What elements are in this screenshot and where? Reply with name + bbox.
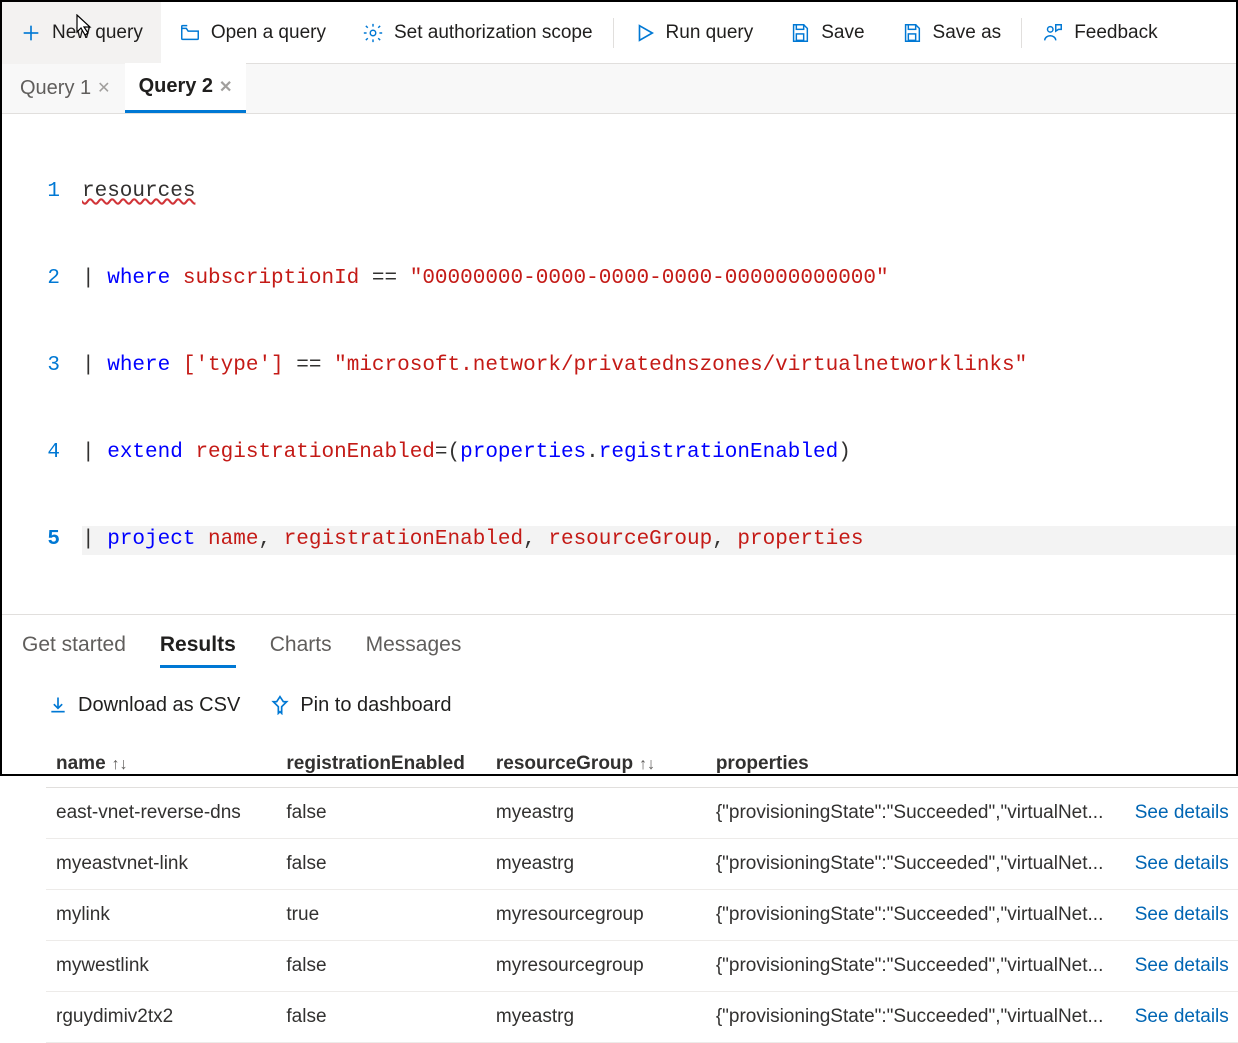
set-scope-label: Set authorization scope [394, 22, 593, 44]
toolbar-divider [613, 18, 614, 48]
tab-label: Query 1 [20, 77, 91, 100]
table-row[interactable]: mylinktruemyresourcegroup{"provisioningS… [46, 889, 1238, 940]
code-line[interactable]: resources [82, 178, 1236, 207]
code-line[interactable]: | where subscriptionId == "00000000-0000… [82, 265, 1236, 294]
close-icon[interactable]: ✕ [97, 78, 110, 98]
download-csv-button[interactable]: Download as CSV [48, 694, 240, 717]
tab-results[interactable]: Results [160, 633, 236, 668]
cell-name: mylink [46, 889, 276, 940]
save-label: Save [821, 22, 864, 44]
code-line[interactable]: | extend registrationEnabled=(properties… [82, 439, 1236, 468]
open-query-label: Open a query [211, 22, 326, 44]
col-header-properties[interactable]: properties [706, 741, 1125, 788]
results-table: name↑↓ registrationEnabled resourceGroup… [46, 741, 1238, 1043]
line-number: 5 [2, 526, 82, 555]
table-header-row: name↑↓ registrationEnabled resourceGroup… [46, 741, 1238, 788]
gear-icon [362, 22, 384, 44]
cell-registration-enabled: false [276, 940, 485, 991]
line-number: 4 [2, 439, 82, 468]
save-icon [789, 22, 811, 44]
plus-icon [20, 22, 42, 44]
new-query-button[interactable]: New query [2, 2, 161, 64]
cell-resource-group: myeastrg [486, 991, 706, 1042]
cell-registration-enabled: false [276, 991, 485, 1042]
table-row[interactable]: mywestlinkfalsemyresourcegroup{"provisio… [46, 940, 1238, 991]
line-number: 1 [2, 178, 82, 207]
cell-name: myeastvnet-link [46, 838, 276, 889]
feedback-label: Feedback [1074, 22, 1157, 44]
see-details-link[interactable]: See details [1135, 955, 1229, 976]
col-header-registration-enabled[interactable]: registrationEnabled [276, 741, 485, 788]
download-icon [48, 695, 68, 715]
line-number: 2 [2, 265, 82, 294]
cell-resource-group: myresourcegroup [486, 940, 706, 991]
query-tabs: Query 1 ✕ Query 2 ✕ [2, 64, 1236, 114]
result-tabs: Get started Results Charts Messages [2, 615, 1236, 668]
col-header-resource-group[interactable]: resourceGroup↑↓ [486, 741, 706, 788]
query-editor[interactable]: 1resources 2| where subscriptionId == "0… [2, 114, 1236, 615]
tab-messages[interactable]: Messages [366, 633, 462, 668]
see-details-link[interactable]: See details [1135, 904, 1229, 925]
set-scope-button[interactable]: Set authorization scope [344, 2, 611, 64]
cell-resource-group: myeastrg [486, 838, 706, 889]
save-button[interactable]: Save [771, 2, 882, 64]
run-query-label: Run query [666, 22, 754, 44]
new-query-label: New query [52, 22, 143, 44]
table-row[interactable]: east-vnet-reverse-dnsfalsemyeastrg{"prov… [46, 787, 1238, 838]
code-line[interactable]: | project name, registrationEnabled, res… [82, 526, 1236, 555]
folder-open-icon [179, 22, 201, 44]
tab-get-started[interactable]: Get started [22, 633, 126, 668]
line-number: 3 [2, 352, 82, 381]
sort-icon: ↑↓ [112, 756, 128, 773]
cell-registration-enabled: false [276, 787, 485, 838]
see-details-link[interactable]: See details [1135, 802, 1229, 823]
results-actions: Download as CSV Pin to dashboard [2, 668, 1236, 727]
play-icon [634, 22, 656, 44]
cell-registration-enabled: true [276, 889, 485, 940]
cell-properties: {"provisioningState":"Succeeded","virtua… [706, 940, 1125, 991]
person-feedback-icon [1042, 22, 1064, 44]
col-header-name[interactable]: name↑↓ [46, 741, 276, 788]
sort-icon: ↑↓ [639, 756, 655, 773]
cell-resource-group: myeastrg [486, 787, 706, 838]
code-line[interactable]: | where ['type'] == "microsoft.network/p… [82, 352, 1236, 381]
pin-dashboard-label: Pin to dashboard [300, 694, 451, 717]
pin-icon [270, 695, 290, 715]
pin-dashboard-button[interactable]: Pin to dashboard [270, 694, 451, 717]
cell-properties: {"provisioningState":"Succeeded","virtua… [706, 991, 1125, 1042]
see-details-link[interactable]: See details [1135, 853, 1229, 874]
run-query-button[interactable]: Run query [616, 2, 772, 64]
save-as-button[interactable]: Save as [883, 2, 1020, 64]
cell-name: mywestlink [46, 940, 276, 991]
tab-query-2[interactable]: Query 2 ✕ [125, 63, 247, 113]
cell-properties: {"provisioningState":"Succeeded","virtua… [706, 838, 1125, 889]
cell-name: east-vnet-reverse-dns [46, 787, 276, 838]
toolbar-divider [1021, 18, 1022, 48]
tab-charts[interactable]: Charts [270, 633, 332, 668]
cell-registration-enabled: false [276, 838, 485, 889]
cell-name: rguydimiv2tx2 [46, 991, 276, 1042]
download-csv-label: Download as CSV [78, 694, 240, 717]
see-details-link[interactable]: See details [1135, 1006, 1229, 1027]
save-as-label: Save as [933, 22, 1002, 44]
cell-resource-group: myresourcegroup [486, 889, 706, 940]
cell-properties: {"provisioningState":"Succeeded","virtua… [706, 889, 1125, 940]
open-query-button[interactable]: Open a query [161, 2, 344, 64]
tab-query-1[interactable]: Query 1 ✕ [6, 63, 125, 113]
close-icon[interactable]: ✕ [219, 77, 232, 97]
table-row[interactable]: rguydimiv2tx2falsemyeastrg{"provisioning… [46, 991, 1238, 1042]
cell-properties: {"provisioningState":"Succeeded","virtua… [706, 787, 1125, 838]
tab-label: Query 2 [139, 75, 213, 98]
save-as-icon [901, 22, 923, 44]
feedback-button[interactable]: Feedback [1024, 2, 1175, 64]
command-toolbar: New query Open a query Set authorization… [2, 2, 1236, 64]
table-row[interactable]: myeastvnet-linkfalsemyeastrg{"provisioni… [46, 838, 1238, 889]
